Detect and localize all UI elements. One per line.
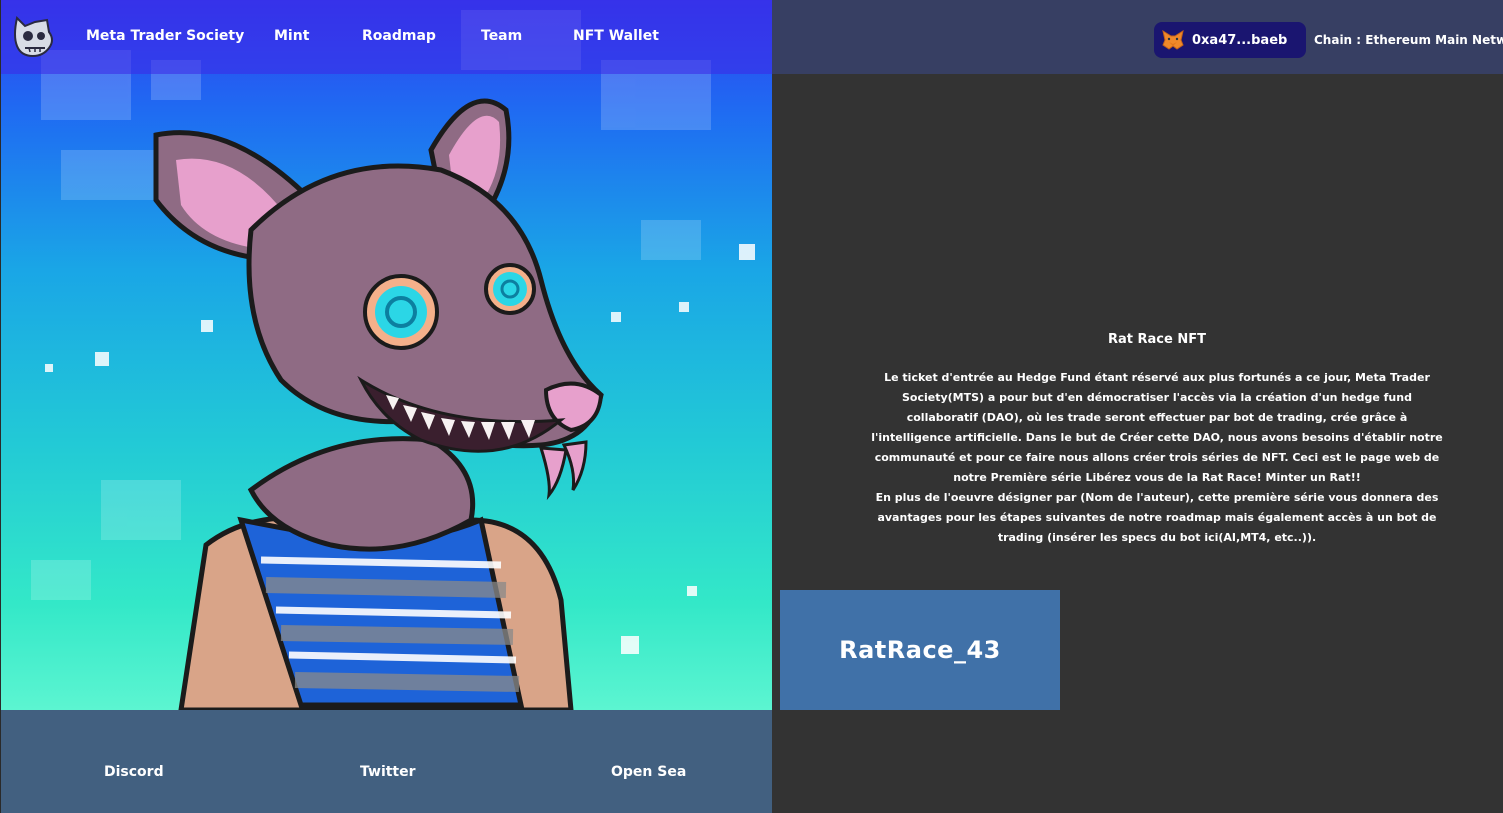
nav-item-nft-wallet[interactable]: NFT Wallet (573, 28, 659, 44)
nav-item-mint[interactable]: Mint (274, 28, 309, 44)
social-footer: Discord Twitter Open Sea (1, 710, 773, 813)
nav-brand-link[interactable]: Meta Trader Society (86, 28, 244, 44)
chain-label: Chain : Ethereum Main Network (1314, 33, 1503, 47)
footer-link-twitter[interactable]: Twitter (360, 764, 416, 780)
rat-skull-logo-icon[interactable] (9, 12, 59, 62)
footer-link-opensea[interactable]: Open Sea (611, 764, 686, 780)
collection-title: Rat Race NFT (1108, 332, 1206, 347)
wallet-address: 0xa47...baeb (1192, 32, 1288, 48)
nav-item-team[interactable]: Team (481, 28, 522, 44)
left-panel: Meta Trader Society Mint Roadmap Team NF… (0, 0, 773, 813)
rat-nft-illustration (31, 10, 755, 710)
hero-image (1, 0, 773, 710)
footer-link-discord[interactable]: Discord (104, 764, 164, 780)
wallet-header: 0xa47...baeb Chain : Ethereum Main Netwo… (772, 0, 1503, 74)
nft-name: RatRace_43 (839, 636, 1001, 664)
collection-description: Le ticket d'entrée au Hedge Fund étant r… (869, 368, 1445, 548)
metamask-fox-icon (1162, 30, 1184, 50)
nav-item-roadmap[interactable]: Roadmap (362, 28, 436, 44)
wallet-connect-button[interactable]: 0xa47...baeb (1154, 22, 1306, 58)
page: Meta Trader Society Mint Roadmap Team NF… (0, 0, 1503, 813)
nft-card[interactable]: RatRace_43 (780, 590, 1060, 710)
top-navigation: Meta Trader Society Mint Roadmap Team NF… (1, 0, 773, 74)
description-paragraph-1: Le ticket d'entrée au Hedge Fund étant r… (871, 371, 1443, 484)
description-paragraph-2: En plus de l'oeuvre désigner par (Nom de… (875, 491, 1439, 544)
